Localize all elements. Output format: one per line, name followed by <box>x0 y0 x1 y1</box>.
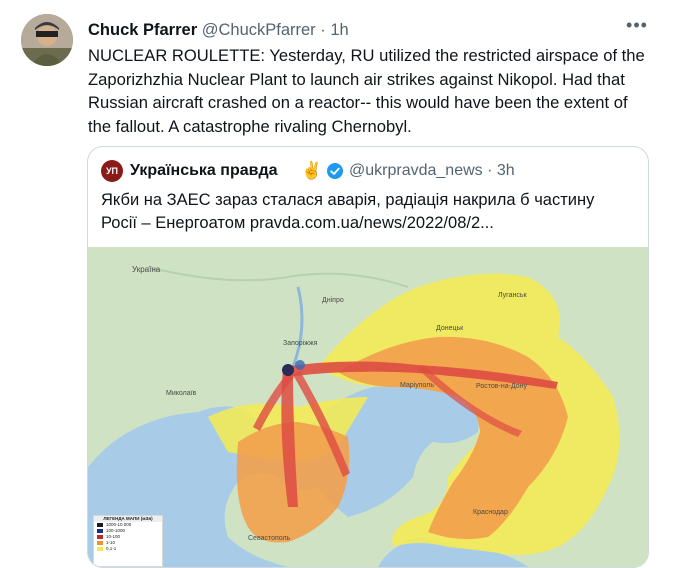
tweet-text-line: Russian aircraft crashed on a reactor-- … <box>88 93 628 112</box>
tweet-text-line: NUCLEAR ROULETTE: Yesterday, RU utilized… <box>88 46 645 65</box>
legend-swatch <box>97 529 103 533</box>
quoted-time: 3h <box>496 162 515 179</box>
quoted-tweet-text: Якби на ЗАЕС зараз сталася аварія, радіа… <box>101 189 641 235</box>
map-label: Україна <box>132 265 161 274</box>
tweet-header: Chuck Pfarrer @ChuckPfarrer · 1h <box>88 20 658 40</box>
legend-swatch <box>97 541 103 545</box>
tweet-text-line: the fallout. A catastrophe rivaling Cher… <box>88 116 412 136</box>
quoted-text-line: Якби на ЗАЕС зараз сталася аварія, радіа… <box>101 191 595 209</box>
map-label: Ростов-на-Дону <box>476 383 527 390</box>
legend-swatch <box>97 547 103 551</box>
map-label: Севастополь <box>248 535 291 542</box>
tweet-text-line: Zaporizhzhia Nuclear Plant to launch air… <box>88 69 625 89</box>
tweet[interactable]: Chuck Pfarrer @ChuckPfarrer · 1h ••• NUC… <box>0 0 680 568</box>
quoted-author-handle[interactable]: @ukrpravda_news · 3h <box>349 160 515 182</box>
separator: · <box>320 21 326 39</box>
legend-row: 0,1-1 <box>94 546 162 552</box>
map-legend: ЛЕГЕНДА МАПИ (мЗв) 1000-10 000 100-1000 … <box>93 515 163 567</box>
fallout-map-graphic <box>88 247 648 567</box>
quoted-tweet-header: УП Українська правда ✌️ @ukrpravda_news … <box>101 160 641 182</box>
map-label: Миколаїв <box>166 390 197 397</box>
legend-swatch <box>97 523 103 527</box>
map-label: Запоріжжя <box>283 340 318 347</box>
legend-label: 0,1-1 <box>106 546 117 551</box>
quoted-handle-text: @ukrpravda_news <box>349 162 483 179</box>
author-name[interactable]: Chuck Pfarrer <box>88 21 197 39</box>
map-label: Дніпро <box>322 297 344 304</box>
map-label: Краснодар <box>473 509 508 516</box>
map-label: Донецьк <box>436 325 464 332</box>
fallout-map-image[interactable]: Україна Дніпро Запоріжжя Маріуполь Росто… <box>88 247 648 567</box>
quoted-text-line: Росії – Енергоатом pravda.com.ua/news/20… <box>101 214 494 232</box>
map-label: Луганськ <box>498 292 527 299</box>
verified-badge-icon <box>327 163 343 179</box>
legend-swatch <box>97 535 103 539</box>
tweet-time[interactable]: 1h <box>330 21 348 39</box>
author-handle[interactable]: @ChuckPfarrer <box>202 21 316 39</box>
separator: · <box>487 162 493 179</box>
map-label: Маріуполь <box>400 382 435 389</box>
quoted-author-name[interactable]: Українська правда <box>130 160 278 182</box>
quoted-tweet[interactable]: УП Українська правда ✌️ @ukrpravda_news … <box>87 146 649 568</box>
tweet-text: NUCLEAR ROULETTE: Yesterday, RU utilized… <box>88 44 668 138</box>
victory-hand-emoji-icon: ✌️ <box>301 161 323 180</box>
quoted-avatar[interactable]: УП <box>101 160 123 182</box>
more-horizontal-icon[interactable]: ••• <box>625 16 649 38</box>
avatar[interactable] <box>21 14 73 66</box>
